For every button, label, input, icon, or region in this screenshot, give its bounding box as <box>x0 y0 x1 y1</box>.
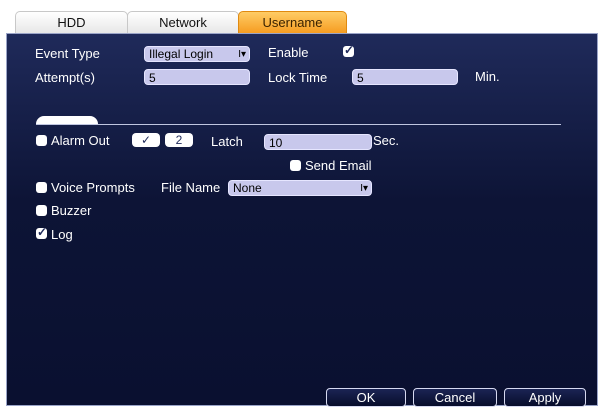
attempts-label: Attempt(s) <box>35 70 95 85</box>
tab-hdd[interactable]: HDD <box>15 11 128 34</box>
voice-prompts-checkbox[interactable] <box>36 182 47 193</box>
event-type-label: Event Type <box>35 46 100 61</box>
lock-time-field[interactable]: 5 <box>352 69 458 85</box>
settings-panel <box>6 33 598 406</box>
buzzer-label: Buzzer <box>51 203 92 218</box>
enable-checkbox[interactable] <box>343 43 354 57</box>
send-email-label: Send Email <box>305 158 372 173</box>
log-checkbox[interactable] <box>36 225 47 239</box>
latch-label: Latch <box>211 134 243 149</box>
file-name-label: File Name <box>161 180 221 195</box>
event-type-dropdown[interactable]: Illegal Login I▾ <box>144 46 250 62</box>
alarm-out-channel-2[interactable]: 2 <box>165 133 193 147</box>
event-type-value: Illegal Login <box>149 47 214 61</box>
chevron-down-icon: I▾ <box>360 183 368 194</box>
send-email-checkbox[interactable] <box>290 160 301 171</box>
tab-username[interactable]: Username <box>238 11 347 34</box>
latch-field[interactable]: 10 <box>264 134 372 150</box>
file-name-dropdown[interactable]: None I▾ <box>228 180 372 196</box>
attempts-field[interactable]: 5 <box>144 69 250 85</box>
alarm-out-checkbox[interactable] <box>36 135 47 146</box>
voice-prompts-label: Voice Prompts <box>51 180 135 195</box>
tab-network[interactable]: Network <box>127 11 239 34</box>
log-label: Log <box>51 227 73 242</box>
cancel-button[interactable]: Cancel <box>413 388 497 407</box>
apply-button[interactable]: Apply <box>504 388 586 407</box>
alarm-out-channel-1[interactable]: ✓ <box>132 133 160 147</box>
alarm-out-label: Alarm Out <box>51 133 110 148</box>
buzzer-checkbox[interactable] <box>36 205 47 216</box>
section-divider <box>36 124 561 125</box>
chevron-down-icon: I▾ <box>238 49 246 60</box>
enable-label: Enable <box>268 45 309 60</box>
section-tab-marker <box>36 116 98 124</box>
check-icon: ✓ <box>140 133 152 147</box>
file-name-value: None <box>233 181 262 195</box>
ok-button[interactable]: OK <box>326 388 406 407</box>
latch-unit: Sec. <box>373 133 400 148</box>
lock-time-unit: Min. <box>475 69 500 84</box>
lock-time-label: Lock Time <box>268 70 328 85</box>
